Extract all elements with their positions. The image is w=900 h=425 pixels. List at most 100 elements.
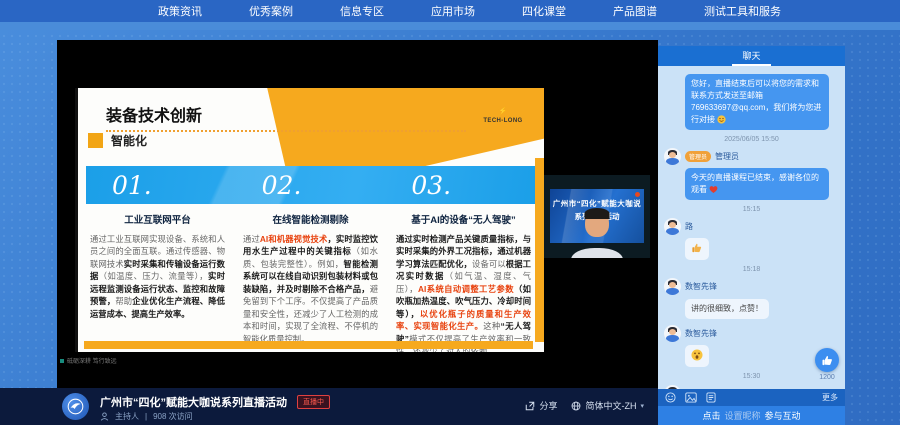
user-avatar [664,385,681,389]
thumbs-up-emoji-icon [691,242,703,254]
brand-circle-icon: ⚡ [498,107,508,117]
share-button[interactable]: 分享 [525,399,557,412]
smile-emoji-icon [717,115,726,124]
eagle-emblem-icon [67,398,84,415]
set-nickname-link[interactable]: 设置昵称 [724,409,760,422]
meta-divider: | [145,412,147,421]
nav-item-test-tools[interactable]: 测试工具和服务 [704,3,781,19]
column-3-body: 通过实时检测产品关键质量指标，与实时采集的外界工况指标，通过机器学习算法匹配优化… [396,233,531,352]
nav-item-product-map[interactable]: 产品图谱 [613,3,657,19]
tab-chat[interactable]: 聊天 [732,47,770,66]
share-icon [525,401,535,411]
brand-name: TECH-LONG [480,118,526,124]
chat-toolbar: 更多 [658,389,845,406]
column-2-heading: 在线智能检测剔除 [243,212,378,226]
host-person-icon [100,412,109,421]
language-selector[interactable]: 简体中文-ZH ▾ [571,399,644,412]
message-bubble [685,345,709,367]
chat-header: 聊天 [658,46,845,66]
slide-footer-bar [84,341,533,349]
chat-messages: 您好，直播结束后可以将您的需求和联系方式发送至邮箱769633697@qq.co… [658,66,845,389]
navbar-substrip [0,22,900,30]
slide-subtitle-row: 智能化 [88,132,147,149]
stream-title-row: 广州市“四化”赋能大咖说系列直播活动 直播中 [100,394,330,410]
slide-subtitle: 智能化 [111,132,147,149]
column-1-body: 通过工业互联网实现设备、系统和人员之间的全面互联。通过传感器、物联网技术实时采集… [90,233,225,320]
nav-item-policy[interactable]: 政策资讯 [158,3,202,19]
player-bottom-bar: 广州市“四化”赋能大咖说系列直播活动 直播中 主持人 | 908 次访问 分享 [0,388,658,425]
like-widget: 1200 [815,348,839,381]
chat-message: 管理员 管理员 今天的直播课程已结束，感谢各位的观看 [664,148,839,200]
column-3-heading: 基于AI的设备“无人驾驶” [396,212,531,226]
globe-icon [571,401,581,411]
live-badge: 直播中 [297,395,330,409]
notes-icon[interactable] [706,392,716,403]
nickname-cta-bar[interactable]: 点击 设置昵称 参与互动 [658,406,845,425]
sender-name: 管理员 [715,151,739,162]
watermark-dot-icon [60,359,64,363]
chat-timestamp: 15:18 [664,266,839,273]
tech-long-logo: ⚡ TECH-LONG [480,100,526,124]
chat-message: 数智先锋 讲的很细致，点赞！ [664,278,839,319]
message-bubble [685,238,709,260]
like-button[interactable] [815,348,839,372]
chevron-down-icon: ▾ [640,402,644,410]
orange-square-bullet-icon [88,133,103,148]
user-avatar [664,325,681,342]
number-band: 01. 02. 03. [86,166,535,204]
number-02: 02. [236,171,386,200]
chat-timestamp: 15:15 [664,206,839,213]
cta-prefix: 点击 [702,409,720,422]
speaker-body [571,248,623,258]
nav-item-classroom[interactable]: 四化课堂 [522,3,566,19]
slide-title: 装备技术创新 [106,102,466,132]
heart-emoji-icon [709,185,718,194]
slide-columns: 工业互联网平台 通过工业互联网实现设备、系统和人员之间的全面互联。通过传感器、物… [86,212,535,352]
speaker-silhouette [570,210,624,258]
slide-column-2: 在线智能检测剔除 通过AI和机器视觉技术，实时监控饮用水生产过程中的关键指标（如… [239,212,382,352]
chat-timestamp: 15:30 [664,373,839,380]
cta-suffix: 参与互动 [765,409,801,422]
video-player[interactable]: 装备技术创新 ⚡ TECH-LONG 智能化 01. 02. 03. 工业互联网… [57,40,658,388]
sender-name: 智数云网 [685,388,717,389]
message-bubble: 您好，直播结束后可以将您的需求和联系方式发送至邮箱769633697@qq.co… [685,74,829,130]
emoji-picker-icon[interactable] [665,392,676,403]
sender-name: 数智先锋 [685,328,717,339]
number-01: 01. [86,171,236,200]
thumbs-up-icon [821,354,834,367]
chat-timestamp: 2025/06/05 15:50 [664,136,839,143]
slide-column-1: 工业互联网平台 通过工业互联网实现设备、系统和人员之间的全面互联。通过传感器、物… [86,212,229,352]
chat-message: 您好，直播结束后可以将您的需求和联系方式发送至邮箱769633697@qq.co… [664,74,839,130]
more-button[interactable]: 更多 [822,392,838,403]
chat-message: 数智先锋 [664,325,839,367]
stream-title: 广州市“四化”赋能大咖说系列直播活动 [100,394,287,410]
player-controls: 分享 简体中文-ZH ▾ [525,399,644,412]
live-stream-page: 政策资讯 优秀案例 信息专区 应用市场 四化课堂 产品图谱 测试工具和服务 装备… [0,0,900,425]
column-1-heading: 工业互联网平台 [90,212,225,226]
nav-item-cases[interactable]: 优秀案例 [249,3,293,19]
wow-emoji-icon [691,349,703,361]
number-03: 03. [385,171,535,200]
sender-name: 数智先锋 [685,281,717,292]
like-count: 1200 [815,374,839,381]
image-upload-icon[interactable] [685,392,697,403]
message-bubble: 讲的很细致，点赞！ [685,299,769,319]
user-avatar [664,148,681,165]
presentation-slide: 装备技术创新 ⚡ TECH-LONG 智能化 01. 02. 03. 工业互联网… [75,88,544,352]
video-watermark: 砥砺深耕 笃行致远 [60,356,117,365]
user-avatar [664,278,681,295]
language-label: 简体中文-ZH [585,399,636,412]
nav-item-market[interactable]: 应用市场 [431,3,475,19]
channel-avatar [62,393,89,420]
message-bubble: 今天的直播课程已结束，感谢各位的观看 [685,168,829,200]
stream-meta: 主持人 | 908 次访问 [100,411,193,422]
webcam-logo-icon [635,192,640,197]
chat-message: 智数云网 行业痛点分析得很到位！ [664,385,839,389]
watermark-text: 砥砺深耕 笃行致远 [67,356,117,365]
speaker-hair [585,208,610,219]
share-label: 分享 [539,399,557,412]
nav-item-info[interactable]: 信息专区 [340,3,384,19]
speaker-webcam: 广州市“四化”赋能大咖说 系列直播活动 [544,175,650,258]
column-2-body: 通过AI和机器视觉技术，实时监控饮用水生产过程中的关键指标（如水质、包装完整性）… [243,233,378,345]
chat-message: 路 [664,218,839,260]
